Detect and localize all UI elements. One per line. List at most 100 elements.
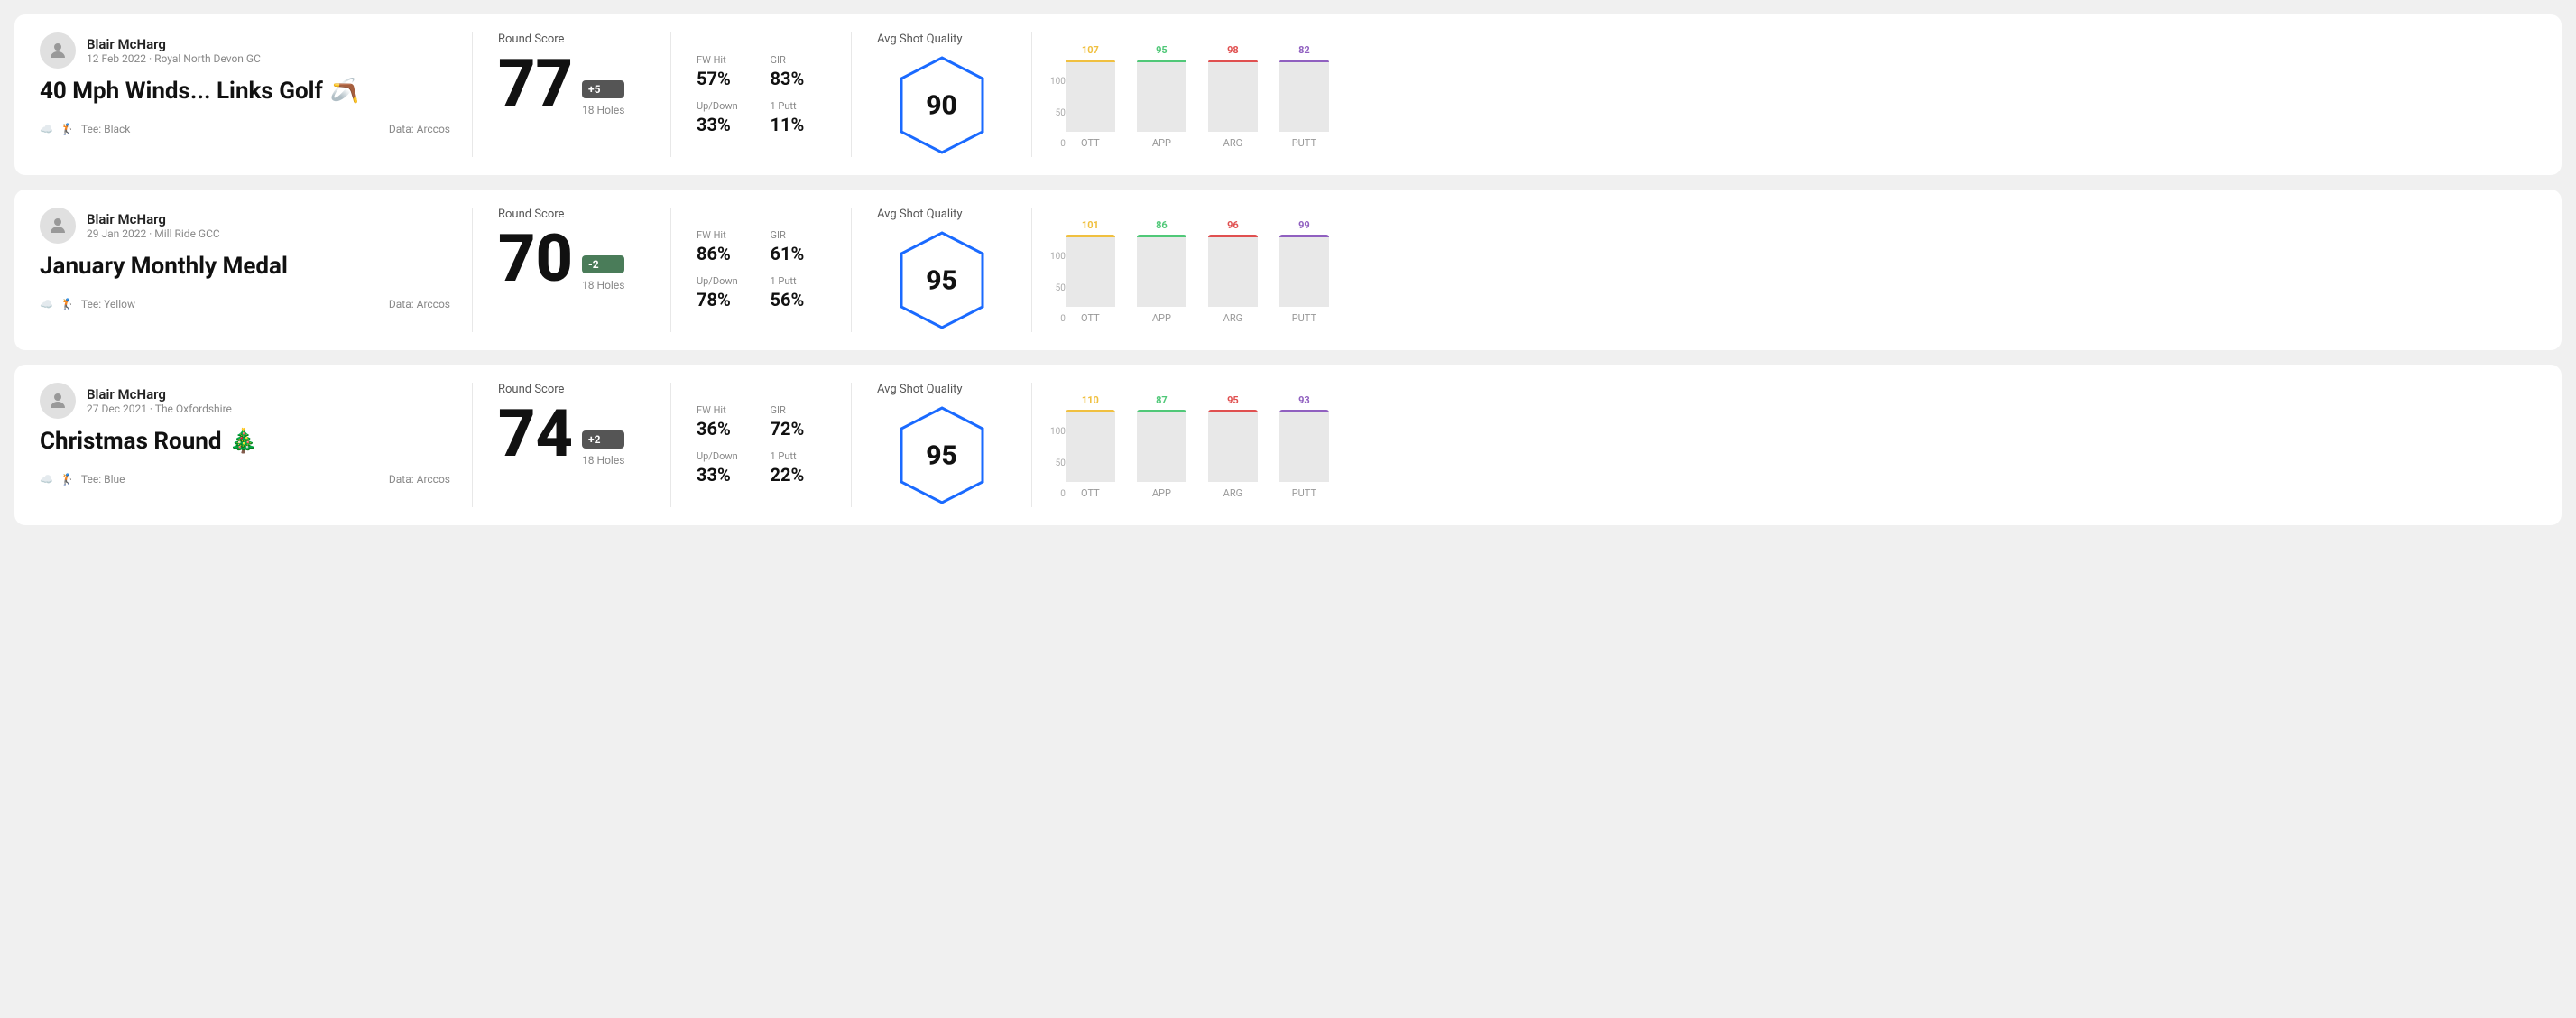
data-source: Data: Arccos <box>389 298 450 310</box>
card-quality: Avg Shot Quality 90 <box>852 32 1032 157</box>
player-name: Blair McHarg <box>87 36 261 52</box>
player-info: Blair McHarg 27 Dec 2021 · The Oxfordshi… <box>87 386 232 415</box>
avatar <box>40 32 76 69</box>
card-left: Blair McHarg 29 Jan 2022 · Mill Ride GCC… <box>40 208 473 332</box>
score-badge: +5 <box>582 80 624 98</box>
card-chart: 100 50 0 101 OTT 86 <box>1032 208 2536 332</box>
card-stats: FW Hit 86% GIR 61% Up/Down 78% 1 Putt 56… <box>671 208 852 332</box>
round-score-label: Round Score <box>498 32 645 46</box>
weather-icon: ☁️ <box>40 123 53 135</box>
chart-wrapper: 100 50 0 101 OTT 86 <box>1050 216 2518 324</box>
stat-fw-hit: FW Hit 36% <box>697 404 752 440</box>
score-row: 74 +2 18 Holes <box>498 402 645 467</box>
data-source: Data: Arccos <box>389 123 450 135</box>
stat-oneputt: 1 Putt 22% <box>771 450 826 486</box>
tee-label: Tee: Blue <box>81 473 125 486</box>
round-card-round2: Blair McHarg 29 Jan 2022 · Mill Ride GCC… <box>14 190 2562 350</box>
bar-container <box>1208 60 1258 132</box>
round-score-value: 70 <box>498 227 573 292</box>
tee-label: Tee: Black <box>81 123 130 135</box>
chart-group-putt: 93 PUTT <box>1279 394 1329 499</box>
chart-wrapper: 100 50 0 107 OTT 95 <box>1050 41 2518 149</box>
round-score-label: Round Score <box>498 383 645 396</box>
round-card-round1: Blair McHarg 12 Feb 2022 · Royal North D… <box>14 14 2562 175</box>
card-left: Blair McHarg 12 Feb 2022 · Royal North D… <box>40 32 473 157</box>
title-emoji: 🪃 <box>330 78 359 105</box>
bar-container <box>1208 235 1258 307</box>
stat-updown: Up/Down 33% <box>697 100 752 135</box>
card-stats: FW Hit 36% GIR 72% Up/Down 33% 1 Putt 22… <box>671 383 852 507</box>
chart-group-app: 95 APP <box>1137 44 1186 149</box>
player-row: Blair McHarg 27 Dec 2021 · The Oxfordshi… <box>40 383 450 419</box>
bar-container <box>1208 410 1258 482</box>
bag-icon: 🏌️ <box>60 298 74 310</box>
score-holes: 18 Holes <box>582 104 624 116</box>
stat-updown: Up/Down 33% <box>697 450 752 486</box>
tee-row: ☁️ 🏌️ Tee: Yellow Data: Arccos <box>40 298 450 310</box>
card-chart: 100 50 0 110 OTT 87 <box>1032 383 2536 507</box>
chart-bars: 107 OTT 95 APP 98 <box>1066 41 1329 149</box>
stat-fw-hit: FW Hit 86% <box>697 229 752 264</box>
stats-grid: FW Hit 86% GIR 61% Up/Down 78% 1 Putt 56… <box>697 229 826 310</box>
stat-fw-hit: FW Hit 57% <box>697 54 752 89</box>
player-name: Blair McHarg <box>87 211 220 227</box>
tee-row: ☁️ 🏌️ Tee: Black Data: Arccos <box>40 123 450 135</box>
bar-container <box>1279 410 1329 482</box>
score-row: 77 +5 18 Holes <box>498 51 645 116</box>
round-score-value: 77 <box>498 51 573 116</box>
user-icon <box>47 390 69 412</box>
stat-updown: Up/Down 78% <box>697 275 752 310</box>
bar-container <box>1137 235 1186 307</box>
score-badge: -2 <box>582 255 624 273</box>
score-badge: +2 <box>582 430 624 449</box>
avatar <box>40 383 76 419</box>
bar-container <box>1066 410 1115 482</box>
weather-icon: ☁️ <box>40 298 53 310</box>
avatar <box>40 208 76 244</box>
title-emoji: 🎄 <box>229 428 258 455</box>
chart-group-ott: 110 OTT <box>1066 394 1115 499</box>
hexagon-container: 95 <box>897 228 987 332</box>
card-center: Round Score 70 -2 18 Holes <box>473 208 671 332</box>
bag-icon: 🏌️ <box>60 473 74 486</box>
quality-label: Avg Shot Quality <box>877 32 963 46</box>
tee-label: Tee: Yellow <box>81 298 135 310</box>
chart-group-app: 86 APP <box>1137 219 1186 324</box>
player-info: Blair McHarg 29 Jan 2022 · Mill Ride GCC <box>87 211 220 240</box>
round-score-value: 74 <box>498 402 573 467</box>
player-row: Blair McHarg 12 Feb 2022 · Royal North D… <box>40 32 450 69</box>
chart-group-putt: 99 PUTT <box>1279 219 1329 324</box>
chart-bars: 110 OTT 87 APP 95 <box>1066 391 1329 499</box>
chart-wrapper: 100 50 0 110 OTT 87 <box>1050 391 2518 499</box>
chart-group-arg: 98 ARG <box>1208 44 1258 149</box>
bag-icon: 🏌️ <box>60 123 74 135</box>
chart-bars: 101 OTT 86 APP 96 <box>1066 216 1329 324</box>
user-icon <box>47 215 69 236</box>
weather-icon: ☁️ <box>40 473 53 486</box>
stat-gir: GIR 61% <box>771 229 826 264</box>
player-date: 27 Dec 2021 · The Oxfordshire <box>87 403 232 415</box>
hex-score: 95 <box>926 264 957 296</box>
chart-group-ott: 107 OTT <box>1066 44 1115 149</box>
hexagon-container: 95 <box>897 403 987 507</box>
hex-score: 90 <box>926 89 957 121</box>
bar-container <box>1279 60 1329 132</box>
score-holes: 18 Holes <box>582 279 624 292</box>
card-chart: 100 50 0 107 OTT 95 <box>1032 32 2536 157</box>
stat-gir: GIR 72% <box>771 404 826 440</box>
player-row: Blair McHarg 29 Jan 2022 · Mill Ride GCC <box>40 208 450 244</box>
round-title: Christmas Round 🎄 <box>40 428 450 455</box>
card-center: Round Score 77 +5 18 Holes <box>473 32 671 157</box>
player-name: Blair McHarg <box>87 386 232 403</box>
player-date: 12 Feb 2022 · Royal North Devon GC <box>87 52 261 65</box>
card-center: Round Score 74 +2 18 Holes <box>473 383 671 507</box>
card-quality: Avg Shot Quality 95 <box>852 208 1032 332</box>
stats-grid: FW Hit 57% GIR 83% Up/Down 33% 1 Putt 11… <box>697 54 826 135</box>
stat-gir: GIR 83% <box>771 54 826 89</box>
user-icon <box>47 40 69 61</box>
player-info: Blair McHarg 12 Feb 2022 · Royal North D… <box>87 36 261 65</box>
quality-label: Avg Shot Quality <box>877 208 963 221</box>
chart-group-arg: 95 ARG <box>1208 394 1258 499</box>
chart-group-putt: 82 PUTT <box>1279 44 1329 149</box>
round-card-round3: Blair McHarg 27 Dec 2021 · The Oxfordshi… <box>14 365 2562 525</box>
